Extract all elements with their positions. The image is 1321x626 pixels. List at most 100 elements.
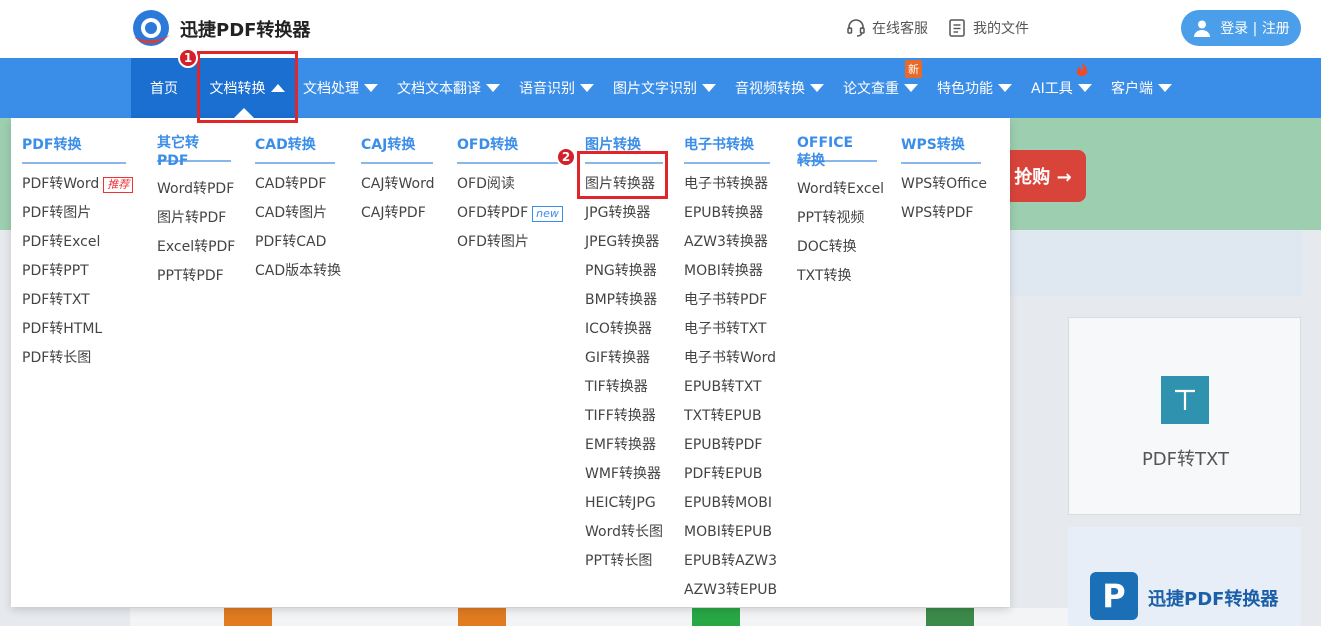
- caret-down-icon: [810, 84, 824, 92]
- col-pdf-convert: PDF转换 PDF转Word 推荐 PDF转图片 PDF转Excel PDF转P…: [22, 134, 134, 373]
- excel-tool-icon: [692, 608, 740, 626]
- menu-item-cad-version[interactable]: CAD版本转换: [255, 257, 341, 286]
- site-header: 迅捷PDF转换器 在线客服 我的文件 登录 | 注册: [0, 0, 1321, 58]
- menu-item-heic-to-jpg[interactable]: HEIC转JPG: [585, 489, 663, 518]
- menu-item-ico-converter[interactable]: ICO转换器: [585, 315, 663, 344]
- menu-item-pdf-to-image[interactable]: PDF转图片: [22, 199, 133, 228]
- caret-down-icon: [904, 84, 918, 92]
- nav-speech-recognition[interactable]: 语音识别: [519, 58, 594, 118]
- menu-item-pdf-to-long-image[interactable]: PDF转长图: [22, 344, 133, 373]
- headset-icon: [847, 19, 865, 37]
- menu-item-word-to-long-image[interactable]: Word转长图: [585, 518, 663, 547]
- nav-special-features[interactable]: 特色功能: [937, 58, 1012, 118]
- menu-item-jpeg-converter[interactable]: JPEG转换器: [585, 228, 663, 257]
- menu-item-doc-convert[interactable]: DOC转换: [797, 233, 884, 262]
- menu-item-ppt-to-long-image[interactable]: PPT转长图: [585, 547, 663, 576]
- menu-item-azw3-to-epub[interactable]: AZW3转EPUB: [684, 576, 777, 605]
- menu-item-cad-to-pdf[interactable]: CAD转PDF: [255, 170, 341, 199]
- col-head-cad-convert[interactable]: CAD转换: [255, 136, 335, 164]
- menu-item-ebook-converter[interactable]: 电子书转换器: [684, 170, 777, 199]
- menu-item-wps-to-pdf[interactable]: WPS转PDF: [901, 199, 987, 228]
- caret-down-icon: [1077, 84, 1092, 92]
- menu-item-mobi-to-epub[interactable]: MOBI转EPUB: [684, 518, 777, 547]
- nav-home-label: 首页: [150, 81, 178, 97]
- menu-item-pdf-to-ppt[interactable]: PDF转PPT: [22, 257, 133, 286]
- register-label[interactable]: 注册: [1262, 21, 1290, 37]
- client-promo-card[interactable]: P 迅捷PDF转换器: [1068, 527, 1301, 626]
- menu-item-pdf-to-cad[interactable]: PDF转CAD: [255, 228, 341, 257]
- nav-doc-translate[interactable]: 文档文本翻译: [397, 58, 500, 118]
- col-head-office-convert[interactable]: OFFICE转换: [797, 134, 877, 169]
- menu-item-label: PDF转Word: [22, 176, 100, 192]
- menu-item-wps-to-office[interactable]: WPS转Office: [901, 170, 987, 199]
- col-head-pdf-convert[interactable]: PDF转换: [22, 136, 126, 164]
- menu-item-bmp-converter[interactable]: BMP转换器: [585, 286, 663, 315]
- pdf-green-tool-icon: [926, 608, 974, 626]
- menu-item-azw3-converter[interactable]: AZW3转换器: [684, 228, 777, 257]
- nav-client[interactable]: 客户端: [1111, 58, 1172, 118]
- login-separator: |: [1252, 21, 1258, 37]
- menu-item-caj-to-pdf[interactable]: CAJ转PDF: [361, 199, 434, 228]
- menu-item-pdf-to-html[interactable]: PDF转HTML: [22, 315, 133, 344]
- menu-item-tiff-converter[interactable]: TIFF转换器: [585, 402, 663, 431]
- pdf-tool-icon: [458, 608, 506, 626]
- col-head-ebook-convert[interactable]: 电子书转换: [684, 136, 770, 164]
- menu-item-mobi-converter[interactable]: MOBI转换器: [684, 257, 777, 286]
- menu-item-epub-to-azw3[interactable]: EPUB转AZW3: [684, 547, 777, 576]
- menu-item-pdf-to-word[interactable]: PDF转Word 推荐: [22, 170, 134, 199]
- menu-item-wmf-converter[interactable]: WMF转换器: [585, 460, 663, 489]
- menu-item-ppt-to-video[interactable]: PPT转视频: [797, 204, 884, 233]
- online-service-link[interactable]: 在线客服: [846, 18, 928, 38]
- col-head-other-to-pdf[interactable]: 其它转PDF: [157, 134, 231, 169]
- nav-av-convert-label: 音视频转换: [735, 81, 805, 97]
- nav-client-label: 客户端: [1111, 81, 1153, 97]
- nav-doc-process[interactable]: 文档处理: [303, 58, 378, 118]
- col-other-to-pdf: 其它转PDF Word转PDF 图片转PDF Excel转PDF PPT转PDF: [157, 134, 235, 291]
- tool-card-pdf-to-txt[interactable]: PDF转TXT: [1068, 317, 1301, 515]
- menu-item-png-converter[interactable]: PNG转换器: [585, 257, 663, 286]
- caret-down-icon: [580, 84, 594, 92]
- menu-item-gif-converter[interactable]: GIF转换器: [585, 344, 663, 373]
- menu-item-ebook-to-pdf[interactable]: 电子书转PDF: [684, 286, 777, 315]
- brand-logo-icon[interactable]: [130, 7, 172, 49]
- menu-item-ofd-to-pdf[interactable]: OFD转PDF new: [457, 199, 563, 228]
- menu-item-epub-converter[interactable]: EPUB转换器: [684, 199, 777, 228]
- my-files-label: 我的文件: [973, 21, 1029, 37]
- menu-item-epub-to-mobi[interactable]: EPUB转MOBI: [684, 489, 777, 518]
- menu-item-pdf-to-epub[interactable]: PDF转EPUB: [684, 460, 777, 489]
- menu-item-pdf-to-txt[interactable]: PDF转TXT: [22, 286, 133, 315]
- menu-item-ofd-to-image[interactable]: OFD转图片: [457, 228, 563, 257]
- buy-now-button[interactable]: 抢购 →: [1000, 150, 1086, 202]
- nav-image-ocr[interactable]: 图片文字识别: [613, 58, 716, 118]
- menu-item-cad-to-image[interactable]: CAD转图片: [255, 199, 341, 228]
- menu-item-txt-convert[interactable]: TXT转换: [797, 262, 884, 291]
- menu-item-epub-to-txt[interactable]: EPUB转TXT: [684, 373, 777, 402]
- menu-item-ebook-to-txt[interactable]: 电子书转TXT: [684, 315, 777, 344]
- menu-item-word-to-excel[interactable]: Word转Excel: [797, 175, 884, 204]
- menu-item-ofd-read[interactable]: OFD阅读: [457, 170, 563, 199]
- nav-av-convert[interactable]: 音视频转换: [735, 58, 824, 118]
- brand-name[interactable]: 迅捷PDF转换器: [180, 16, 310, 42]
- menu-item-emf-converter[interactable]: EMF转换器: [585, 431, 663, 460]
- tool-card-label: PDF转TXT: [1141, 449, 1230, 470]
- col-head-caj-convert[interactable]: CAJ转换: [361, 136, 433, 164]
- col-head-ofd-convert[interactable]: OFD转换: [457, 136, 561, 164]
- menu-item-pdf-to-excel[interactable]: PDF转Excel: [22, 228, 133, 257]
- my-files-link[interactable]: 我的文件: [947, 18, 1029, 38]
- new-badge: 新: [905, 60, 922, 78]
- login-register-button[interactable]: 登录 | 注册: [1181, 10, 1301, 46]
- menu-item-jpg-converter[interactable]: JPG转换器: [585, 199, 663, 228]
- menu-item-tif-converter[interactable]: TIF转换器: [585, 373, 663, 402]
- menu-item-image-to-pdf[interactable]: 图片转PDF: [157, 204, 235, 233]
- menu-item-txt-to-epub[interactable]: TXT转EPUB: [684, 402, 777, 431]
- nav-image-ocr-label: 图片文字识别: [613, 81, 697, 97]
- login-label[interactable]: 登录: [1220, 21, 1248, 37]
- menu-item-caj-to-word[interactable]: CAJ转Word: [361, 170, 434, 199]
- menu-item-ppt-to-pdf[interactable]: PPT转PDF: [157, 262, 235, 291]
- col-head-wps-convert[interactable]: WPS转换: [901, 136, 981, 164]
- menu-item-ebook-to-word[interactable]: 电子书转Word: [684, 344, 777, 373]
- menu-item-word-to-pdf[interactable]: Word转PDF: [157, 175, 235, 204]
- menu-item-epub-to-pdf[interactable]: EPUB转PDF: [684, 431, 777, 460]
- menu-item-excel-to-pdf[interactable]: Excel转PDF: [157, 233, 235, 262]
- step-2-badge: 2: [556, 147, 576, 167]
